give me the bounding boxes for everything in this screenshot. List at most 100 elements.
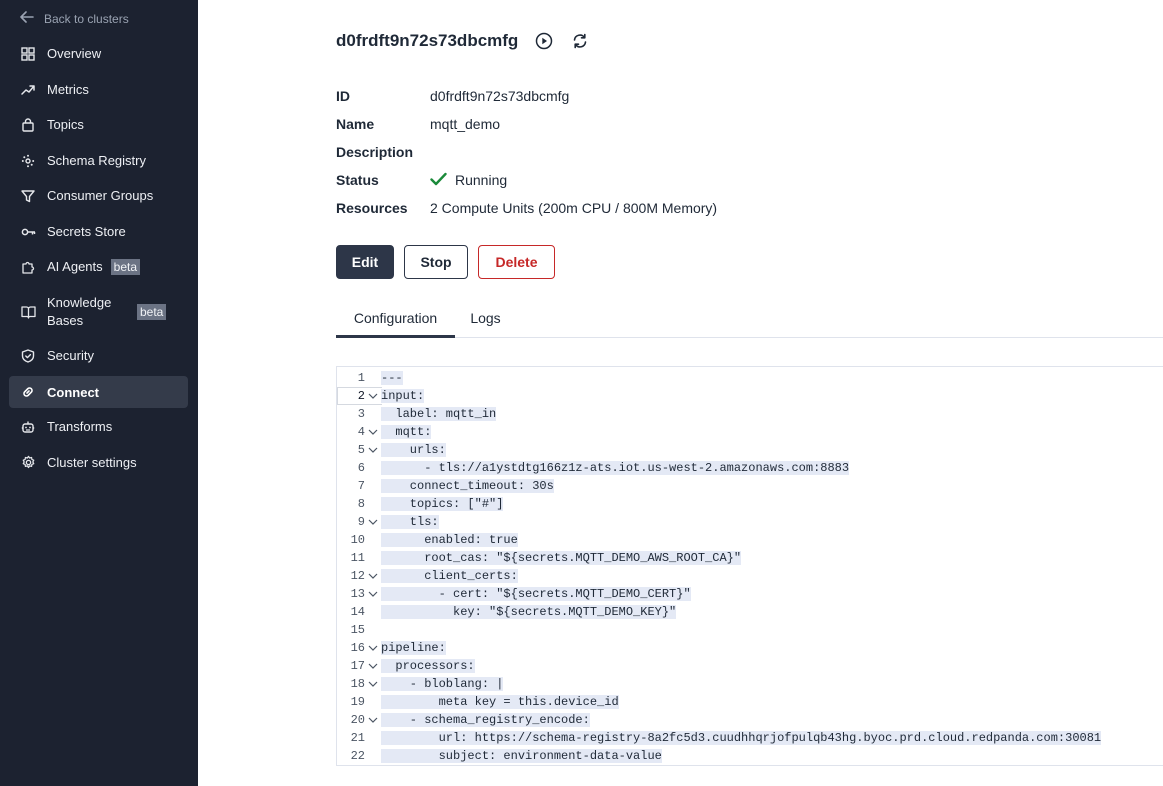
code-text: root_cas: "${secrets.MQTT_DEMO_AWS_ROOT_…: [381, 551, 742, 565]
sidebar-item-schema-registry[interactable]: Schema Registry: [9, 148, 188, 173]
gear-icon: [20, 455, 36, 471]
fold-chevron-icon[interactable]: [365, 447, 381, 453]
code-line[interactable]: 1 ---: [337, 369, 1163, 387]
sidebar: Back to clusters Overview Metrics Topics…: [0, 0, 198, 786]
fold-chevron-icon[interactable]: [365, 645, 381, 651]
property-resources: Resources 2 Compute Units (200m CPU / 80…: [336, 194, 717, 222]
code-line[interactable]: 18 - bloblang: |: [337, 675, 1163, 693]
line-number: 5: [357, 443, 365, 457]
fold-chevron-icon[interactable]: [365, 681, 381, 687]
sidebar-item-overview[interactable]: Overview: [9, 41, 188, 66]
code-text: urls:: [381, 443, 446, 457]
code-text: tls:: [381, 515, 439, 529]
code-line[interactable]: 6 - tls://a1ystdtg166z1z-ats.iot.us-west…: [337, 459, 1163, 477]
code-line[interactable]: 21 url: https://schema-registry-8a2fc5d3…: [337, 729, 1163, 747]
tab-logs[interactable]: Logs: [455, 310, 516, 338]
code-text: subject: environment-data-value: [381, 749, 662, 763]
sidebar-item-consumer-groups[interactable]: Consumer Groups: [9, 183, 188, 208]
line-number: 3: [357, 407, 365, 421]
sidebar-item-connect[interactable]: Connect: [9, 376, 188, 408]
code-line[interactable]: 10 enabled: true: [337, 531, 1163, 549]
property-label: Resources: [336, 200, 408, 216]
line-number: 8: [357, 497, 365, 511]
line-number: 18: [350, 677, 365, 691]
code-line[interactable]: 14 key: "${secrets.MQTT_DEMO_KEY}": [337, 603, 1163, 621]
grid-icon: [20, 46, 36, 62]
code-line[interactable]: 8 topics: ["#"]: [337, 495, 1163, 513]
sidebar-item-label: Schema Registry: [47, 153, 146, 168]
line-number: 17: [350, 659, 365, 673]
tab-bar: Configuration Logs: [336, 310, 1163, 338]
sidebar-item-topics[interactable]: Topics: [9, 112, 188, 137]
fold-chevron-icon[interactable]: [365, 717, 381, 723]
sidebar-item-label: Consumer Groups: [47, 188, 154, 203]
code-line[interactable]: 4 mqtt:: [337, 423, 1163, 441]
delete-button[interactable]: Delete: [478, 245, 555, 279]
code-text: - tls://a1ystdtg166z1z-ats.iot.us-west-2…: [381, 461, 850, 475]
code-line[interactable]: 13 - cert: "${secrets.MQTT_DEMO_CERT}": [337, 585, 1163, 603]
sidebar-item-metrics[interactable]: Metrics: [9, 77, 188, 102]
property-id: ID d0frdft9n72s73dbcmfg: [336, 82, 717, 110]
code-line[interactable]: 12 client_certs:: [337, 567, 1163, 585]
code-line[interactable]: 20 - schema_registry_encode:: [337, 711, 1163, 729]
code-line[interactable]: 11 root_cas: "${secrets.MQTT_DEMO_AWS_RO…: [337, 549, 1163, 567]
line-number: 6: [357, 461, 365, 475]
trend-icon: [20, 82, 36, 98]
sidebar-item-label: AI Agents: [47, 259, 103, 274]
code-line[interactable]: 17 processors:: [337, 657, 1163, 675]
back-label: Back to clusters: [44, 11, 129, 26]
fold-chevron-icon[interactable]: [365, 393, 381, 399]
fold-chevron-icon[interactable]: [365, 429, 381, 435]
play-icon[interactable]: [534, 31, 554, 51]
sidebar-item-transforms[interactable]: Transforms: [9, 414, 188, 439]
main-content: d0frdft9n72s73dbcmfg ID d0frdft9n72s73db…: [198, 0, 1163, 786]
line-number: 11: [350, 551, 365, 565]
fold-chevron-icon[interactable]: [365, 573, 381, 579]
edit-button[interactable]: Edit: [336, 245, 394, 279]
fold-chevron-icon[interactable]: [365, 519, 381, 525]
sidebar-item-knowledge-bases[interactable]: Knowledge Bases beta: [9, 293, 188, 330]
fold-chevron-icon[interactable]: [365, 591, 381, 597]
code-line[interactable]: 3 label: mqtt_in: [337, 405, 1163, 423]
key-icon: [20, 224, 36, 240]
yaml-config-editor[interactable]: 1 --- 2 input: 3 label: mqtt_in 4 mqtt: 5 urls…: [336, 366, 1163, 766]
line-number: 1: [357, 371, 365, 385]
code-line[interactable]: 9 tls:: [337, 513, 1163, 531]
line-number: 16: [350, 641, 365, 655]
robot-icon: [20, 419, 36, 435]
fold-chevron-icon[interactable]: [365, 663, 381, 669]
line-number: 14: [350, 605, 365, 619]
tab-configuration[interactable]: Configuration: [336, 310, 455, 338]
sidebar-item-cluster-settings[interactable]: Cluster settings: [9, 450, 188, 475]
code-text: key: "${secrets.MQTT_DEMO_KEY}": [381, 605, 677, 619]
property-value: 2 Compute Units (200m CPU / 800M Memory): [430, 200, 718, 216]
code-text: enabled: true: [381, 533, 518, 547]
sidebar-item-secrets-store[interactable]: Secrets Store: [9, 219, 188, 244]
code-line[interactable]: 7 connect_timeout: 30s: [337, 477, 1163, 495]
link-icon: [20, 384, 36, 400]
code-line[interactable]: 16 pipeline:: [337, 639, 1163, 657]
code-text: client_certs:: [381, 569, 518, 583]
line-number: 21: [350, 731, 365, 745]
code-text: url: https://schema-registry-8a2fc5d3.cu…: [381, 731, 1102, 745]
code-text: input:: [381, 389, 425, 403]
action-buttons: Edit Stop Delete: [336, 245, 555, 279]
property-value: mqtt_demo: [430, 116, 501, 132]
code-line[interactable]: 22 subject: environment-data-value: [337, 747, 1163, 765]
code-line[interactable]: 15: [337, 621, 1163, 639]
sidebar-item-security[interactable]: Security: [9, 343, 188, 368]
code-line[interactable]: 5 urls:: [337, 441, 1163, 459]
beta-badge: beta: [137, 303, 167, 320]
property-name: Name mqtt_demo: [336, 110, 717, 138]
code-line[interactable]: 2 input:: [337, 387, 1163, 405]
line-number: 4: [357, 425, 365, 439]
refresh-icon[interactable]: [570, 31, 590, 51]
checkmark-icon: [430, 172, 447, 189]
code-text: - cert: "${secrets.MQTT_DEMO_CERT}": [381, 587, 691, 601]
title-row: d0frdft9n72s73dbcmfg: [336, 31, 590, 51]
stop-button[interactable]: Stop: [404, 245, 468, 279]
line-number: 19: [350, 695, 365, 709]
code-line[interactable]: 19 meta key = this.device_id: [337, 693, 1163, 711]
back-to-clusters-link[interactable]: Back to clusters: [20, 11, 129, 26]
sidebar-item-ai-agents[interactable]: AI Agents beta: [9, 254, 188, 279]
